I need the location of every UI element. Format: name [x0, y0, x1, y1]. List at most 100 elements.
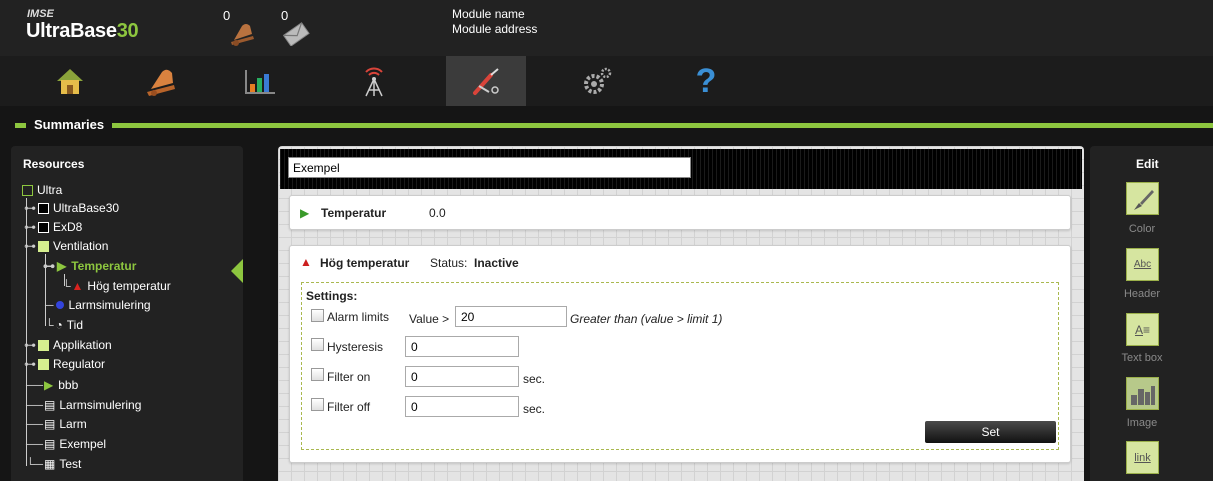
filter-off-label: Filter off — [327, 400, 371, 414]
tree-item-larmsimulering[interactable]: ─ Larmsimulering — [45, 296, 151, 314]
module-name: Module name — [452, 7, 525, 21]
temperatur-card[interactable] — [289, 195, 1071, 230]
filter-on-input[interactable] — [405, 366, 519, 387]
tree-item-hog-temperatur[interactable]: └ ▲ Hög temperatur — [62, 277, 171, 295]
list-icon: ▤ — [44, 437, 56, 451]
tree-item-bbb[interactable]: ── ▶ bbb — [26, 376, 78, 394]
expand-icon[interactable]: ⊶ — [24, 239, 36, 253]
tree-item-regulator[interactable]: ⊶ Regulator — [24, 355, 105, 373]
play-icon: ▶ — [44, 378, 54, 392]
link-glyph: link — [1134, 451, 1151, 464]
tree-label: bbb — [58, 378, 79, 392]
tree-item-applikation[interactable]: ⊶ Applikation — [24, 336, 112, 354]
hysteresis-label: Hysteresis — [327, 340, 384, 354]
hysteresis-checkbox[interactable] — [311, 338, 324, 351]
tree-item-exempel[interactable]: ── ▤ Exempel — [26, 435, 106, 453]
tree-item-temperatur[interactable]: ⊶ ▶ Temperatur — [43, 257, 136, 275]
tree-item-larm[interactable]: ── ▤ Larm — [26, 415, 87, 433]
gears-icon[interactable] — [558, 56, 638, 106]
alarm-limits-checkbox[interactable] — [311, 309, 324, 322]
section-title: Summaries — [26, 114, 113, 136]
hysteresis-input[interactable] — [405, 336, 519, 357]
image-tool-label: Image — [1126, 417, 1158, 429]
summary-title-input[interactable] — [288, 157, 691, 178]
tree-label: Applikation — [53, 338, 112, 352]
brand-number: 30 — [116, 20, 139, 42]
brand-logo[interactable]: UltraBase30 — [26, 20, 139, 43]
textbox-tool-label: Text box — [1121, 352, 1163, 364]
tree-connector: └─ — [26, 457, 44, 471]
clock-icon: ◔ — [55, 318, 63, 332]
tree-item-exd8[interactable]: ⊶ ExD8 — [24, 218, 82, 236]
dot-icon — [55, 301, 64, 309]
expand-icon[interactable]: ⊶ — [24, 220, 36, 234]
expand-icon[interactable]: ⊶ — [43, 259, 55, 273]
settings-label: Settings: — [306, 289, 358, 303]
tree-connector: ── — [26, 398, 44, 412]
tree-label: Larmsimulering — [59, 398, 142, 412]
tree-label: Test — [59, 457, 82, 471]
home-icon[interactable] — [30, 56, 110, 106]
tree-label: Larm — [59, 417, 87, 431]
link-icon[interactable]: link — [1126, 441, 1159, 474]
image-icon[interactable] — [1126, 377, 1159, 410]
tree-label: Ultra — [37, 183, 63, 197]
expand-icon[interactable]: ⊶ — [24, 357, 36, 371]
alarm-bell-icon[interactable] — [226, 20, 256, 49]
device-icon — [38, 221, 49, 233]
alarm-limits-hint: Greater than (value > limit 1) — [570, 312, 723, 326]
brand-company: IMSE — [27, 8, 54, 20]
temperatur-name: Temperatur — [321, 206, 387, 220]
filter-off-input[interactable] — [405, 396, 519, 417]
set-button[interactable]: Set — [925, 421, 1056, 443]
brand-name: UltraBase — [26, 20, 117, 42]
tree-item-test[interactable]: └─ ▦ Test — [26, 455, 81, 473]
help-icon[interactable]: ? — [666, 56, 746, 106]
tree-connector: └ — [45, 318, 54, 332]
collapse-panel-icon[interactable] — [231, 259, 243, 283]
tree-item-ultra[interactable]: Ultra — [22, 181, 62, 199]
tree-connector: ── — [26, 417, 44, 431]
help-glyph: ? — [695, 61, 717, 100]
tree-item-ultrabase30[interactable]: ⊶ UltraBase30 — [24, 199, 119, 217]
alarm-limits-prefix: Value > — [409, 312, 450, 326]
alarm-limit-input[interactable] — [455, 306, 567, 327]
alarm-status-label: Status: — [430, 256, 468, 270]
brush-icon[interactable] — [1126, 182, 1159, 215]
alarm-status-value: Inactive — [474, 256, 519, 270]
group-icon — [38, 358, 49, 370]
grid-icon: ▦ — [44, 457, 56, 471]
tree-label: Ventilation — [53, 239, 109, 253]
filter-off-checkbox[interactable] — [311, 398, 324, 411]
tree-item-larmsimulering-2[interactable]: ── ▤ Larmsimulering — [26, 396, 141, 414]
chart-icon[interactable] — [220, 56, 300, 106]
filter-off-unit: sec. — [523, 402, 546, 416]
textbox-icon[interactable]: A ≡ — [1126, 313, 1159, 346]
expand-icon[interactable]: ⊶ — [24, 338, 36, 352]
tree-item-tid[interactable]: └ ◔ Tid — [45, 316, 83, 334]
tree-label: Exempel — [59, 437, 107, 451]
message-icon[interactable] — [282, 22, 310, 49]
antenna-icon[interactable] — [334, 56, 414, 106]
filter-on-unit: sec. — [523, 372, 546, 386]
color-tool-label: Color — [1128, 223, 1156, 235]
alarm-name: Hög temperatur — [320, 256, 410, 270]
group-icon — [38, 339, 49, 351]
alarm-icon: ▲ — [300, 255, 312, 269]
tree-label: Larmsimulering — [68, 298, 151, 312]
tree-label: Temperatur — [71, 259, 137, 273]
lines-glyph: ≡ — [1143, 322, 1151, 337]
alarm-bell-icon[interactable] — [120, 56, 200, 106]
tree-label: Hög temperatur — [87, 279, 171, 293]
textbox-glyph: A — [1134, 322, 1143, 337]
tree-item-ventilation[interactable]: ⊶ Ventilation — [24, 237, 108, 255]
filter-on-checkbox[interactable] — [311, 368, 324, 381]
tools-icon[interactable] — [446, 56, 526, 106]
play-icon: ▶ — [57, 259, 67, 273]
edit-title: Edit — [1136, 157, 1159, 171]
header-icon[interactable]: Abc — [1126, 248, 1159, 281]
expand-icon[interactable]: ⊶ — [24, 201, 36, 215]
list-icon: ▤ — [44, 417, 56, 431]
resources-title: Resources — [23, 157, 85, 171]
tree-label: ExD8 — [53, 220, 83, 234]
